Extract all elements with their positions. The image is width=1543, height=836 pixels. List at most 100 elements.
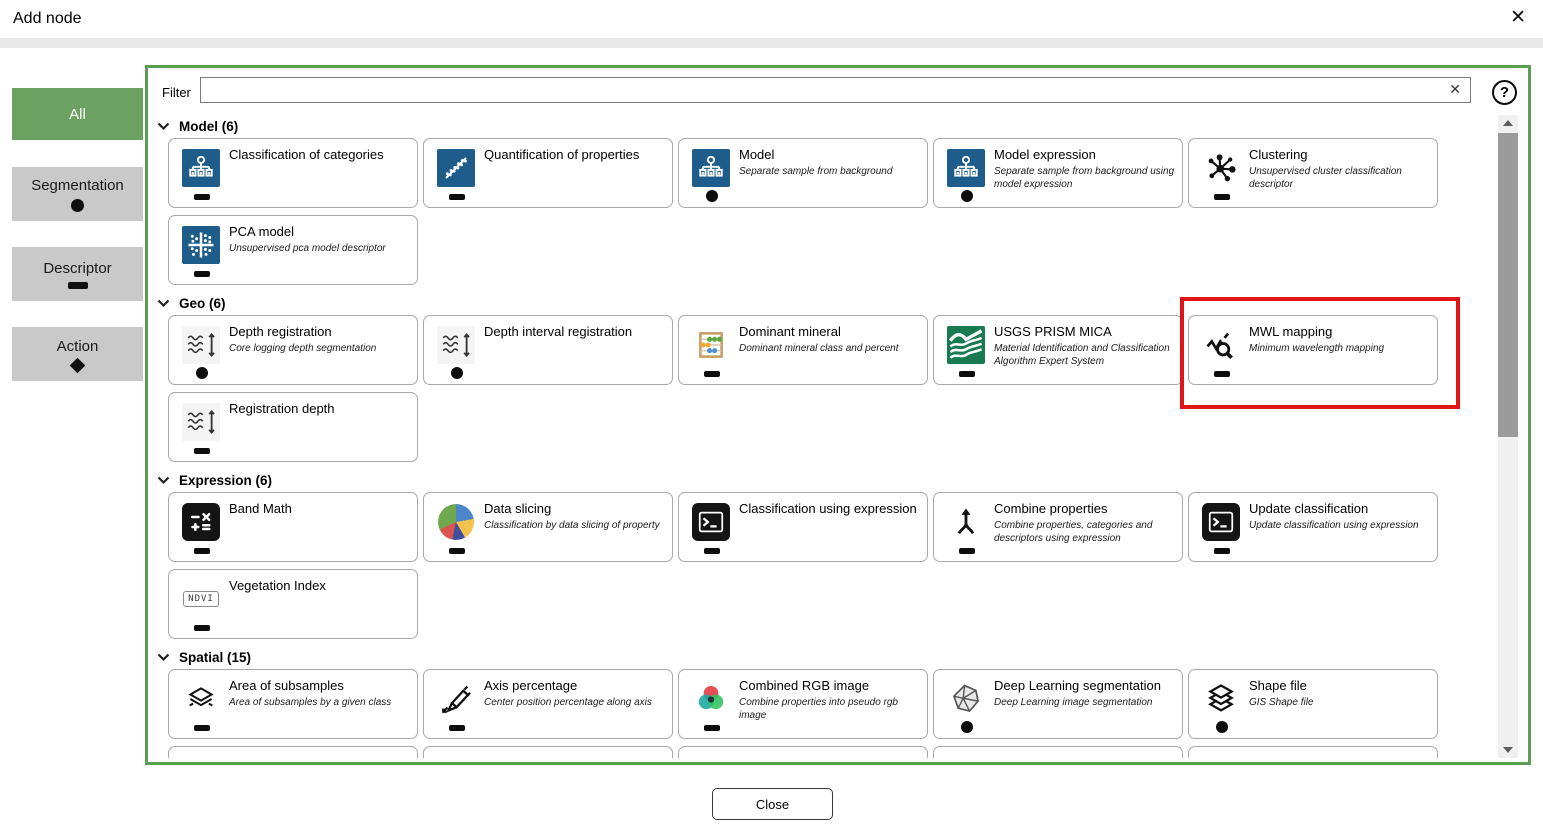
section-label: Model (6) xyxy=(179,119,238,134)
sidebar-item-action[interactable]: Action xyxy=(12,327,143,381)
node-card-axis-percentage[interactable]: Axis percentageCenter position percentag… xyxy=(423,669,673,739)
chevron-down-icon[interactable] xyxy=(157,299,170,308)
section-header-geo-6: Geo (6) xyxy=(157,294,1495,312)
node-card-title: Dominant mineral xyxy=(739,324,841,339)
node-card-partial[interactable] xyxy=(933,746,1183,758)
chevron-down-icon[interactable] xyxy=(157,476,170,485)
node-card-dominant-mineral[interactable]: Dominant mineral Dominant mineral class a… xyxy=(678,315,928,385)
node-card-subtitle: Area of subsamples by a given class xyxy=(229,696,411,709)
descriptor-output-marker-icon xyxy=(1214,548,1230,554)
descriptor-output-marker-icon xyxy=(704,548,720,554)
section-label: Geo (6) xyxy=(179,296,226,311)
node-card-title: Combine properties xyxy=(994,501,1107,516)
node-card-usgs-prism-mica[interactable]: USGS PRISM MICAMaterial Identification a… xyxy=(933,315,1183,385)
node-card-depth-registration[interactable]: Depth registration Core logging depth seg… xyxy=(168,315,418,385)
close-button[interactable]: Close xyxy=(712,788,833,820)
node-card-pca-model[interactable]: PCA modelUnsupervised pca model descript… xyxy=(168,215,418,285)
window-close-icon[interactable]: ✕ xyxy=(1510,8,1526,27)
descriptor-output-marker-icon xyxy=(194,194,210,200)
descriptor-output-marker-icon xyxy=(449,194,465,200)
node-card-subtitle: Classification by data slicing of proper… xyxy=(484,519,666,532)
depth-icon xyxy=(182,403,220,441)
node-card-band-math[interactable]: Band Math xyxy=(168,492,418,562)
scrollbar[interactable] xyxy=(1498,115,1518,758)
node-card-subtitle: Dominant mineral class and percent xyxy=(739,342,921,355)
node-card-subtitle: Unsupervised cluster classification desc… xyxy=(1249,165,1431,191)
hierarchy-icon xyxy=(947,149,985,187)
hierarchy-icon xyxy=(182,149,220,187)
section-label: Spatial (15) xyxy=(179,650,251,665)
scatter-icon xyxy=(437,149,475,187)
node-card-classification-using-expression[interactable]: Classification using expression xyxy=(678,492,928,562)
node-card-subtitle: Combine properties into pseudo rgb image xyxy=(739,696,921,722)
node-card-combine-properties[interactable]: Combine properties Combine properties, ca… xyxy=(933,492,1183,562)
sidebar-item-descriptor[interactable]: Descriptor xyxy=(12,247,143,301)
help-icon[interactable]: ? xyxy=(1492,80,1517,105)
node-card-title: Model xyxy=(739,147,774,162)
merge-icon xyxy=(947,503,985,541)
node-card-title: Depth registration xyxy=(229,324,332,339)
sidebar-item-all[interactable]: All xyxy=(12,88,143,140)
dialog-titlebar: Add node ✕ xyxy=(0,0,1543,38)
node-card-title: Quantification of properties xyxy=(484,147,639,162)
descriptor-output-marker-icon xyxy=(194,448,210,454)
node-card-mwl-mapping[interactable]: MWL mappingMinimum wavelength mapping xyxy=(1188,315,1438,385)
usgs-icon xyxy=(947,326,985,364)
node-card-subtitle: Unsupervised pca model descriptor xyxy=(229,242,411,255)
chevron-down-icon[interactable] xyxy=(157,653,170,662)
node-card-combined-rgb-image[interactable]: Combined RGB imageCombine properties int… xyxy=(678,669,928,739)
node-card-quantification-of-properties[interactable]: Quantification of properties xyxy=(423,138,673,208)
segmentation-output-marker-icon xyxy=(1216,721,1228,733)
descriptor-output-marker-icon xyxy=(194,725,210,731)
node-card-subtitle: Combine properties, categories and descr… xyxy=(994,519,1176,545)
descriptor-output-marker-icon xyxy=(1214,194,1230,200)
node-card-title: Model expression xyxy=(994,147,1096,162)
descriptor-output-marker-icon xyxy=(959,371,975,377)
sidebar-item-segmentation[interactable]: Segmentation xyxy=(12,167,143,221)
scrollbar-thumb[interactable] xyxy=(1498,133,1518,437)
scrollbar-down-arrow-icon[interactable] xyxy=(1498,742,1518,758)
node-card-title: Classification of categories xyxy=(229,147,384,162)
node-card-area-of-subsamples[interactable]: Area of subsamples Area of subsamples by … xyxy=(168,669,418,739)
node-card-classification-of-categories[interactable]: Classification of categories xyxy=(168,138,418,208)
node-card-partial[interactable] xyxy=(423,746,673,758)
node-card-subtitle: Center position percentage along axis xyxy=(484,696,666,709)
node-card-title: Shape file xyxy=(1249,678,1307,693)
pencil-icon xyxy=(437,680,475,718)
node-card-data-slicing[interactable]: Data slicing Classification by data slici… xyxy=(423,492,673,562)
terminal-icon xyxy=(692,503,730,541)
descriptor-output-marker-icon xyxy=(704,371,720,377)
node-card-deep-learning-segmentation[interactable]: Deep Learning segmentationDeep Learning … xyxy=(933,669,1183,739)
node-card-update-classification[interactable]: Update classificationUpdate classificati… xyxy=(1188,492,1438,562)
node-card-shape-file[interactable]: Shape file GIS Shape file xyxy=(1188,669,1438,739)
node-card-title: Data slicing xyxy=(484,501,551,516)
node-card-partial[interactable] xyxy=(1188,746,1438,758)
node-card-partial[interactable] xyxy=(168,746,418,758)
sidebar-item-label: Descriptor xyxy=(43,260,111,277)
clear-filter-icon[interactable]: ✕ xyxy=(1449,82,1461,96)
node-card-depth-interval-registration[interactable]: Depth interval registration xyxy=(423,315,673,385)
node-card-model[interactable]: ModelSeparate sample from background xyxy=(678,138,928,208)
node-card-subtitle: Core logging depth segmentation xyxy=(229,342,411,355)
node-card-title: Area of subsamples xyxy=(229,678,344,693)
node-card-vegetation-index[interactable]: NDVIVegetation Index xyxy=(168,569,418,639)
section-cards-expression-6: Band Math Data slicing Classification by d… xyxy=(168,492,1448,639)
node-card-registration-depth[interactable]: Registration depth xyxy=(168,392,418,462)
sidebar-item-label: Action xyxy=(57,338,99,355)
chevron-down-icon[interactable] xyxy=(157,122,170,131)
scrollbar-up-arrow-icon[interactable] xyxy=(1498,115,1518,131)
mwl-icon xyxy=(1202,326,1240,364)
node-card-clustering[interactable]: Clustering Unsupervised cluster classific… xyxy=(1188,138,1438,208)
titlebar-divider xyxy=(0,38,1543,48)
filter-input[interactable] xyxy=(205,79,1439,103)
segmentation-output-marker-icon xyxy=(706,190,718,202)
section-cards-model-6: Classification of categories Quantificat… xyxy=(168,138,1448,285)
ndvi-icon: NDVI xyxy=(182,580,220,618)
node-card-model-expression[interactable]: Model expressionSeparate sample from bac… xyxy=(933,138,1183,208)
descriptor-output-marker-icon xyxy=(704,725,720,731)
rect-marker-icon xyxy=(68,282,88,289)
circle-marker-icon xyxy=(71,199,84,212)
node-card-partial[interactable] xyxy=(678,746,928,758)
node-card-subtitle: GIS Shape file xyxy=(1249,696,1431,709)
node-card-title: Clustering xyxy=(1249,147,1308,162)
